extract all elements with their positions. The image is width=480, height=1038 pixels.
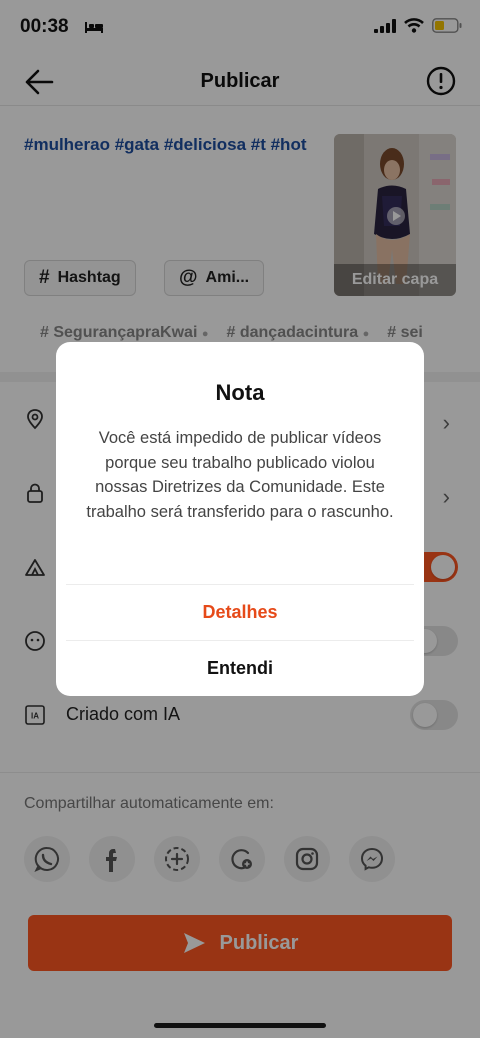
notice-dialog: Nota Você está impedido de publicar víde… <box>56 342 424 696</box>
home-indicator[interactable] <box>154 1023 326 1028</box>
dialog-title: Nota <box>215 380 265 405</box>
dialog-message: Você está impedido de publicar vídeos po… <box>86 429 394 521</box>
details-button[interactable]: Detalhes <box>56 584 424 640</box>
understood-button[interactable]: Entendi <box>56 640 424 696</box>
